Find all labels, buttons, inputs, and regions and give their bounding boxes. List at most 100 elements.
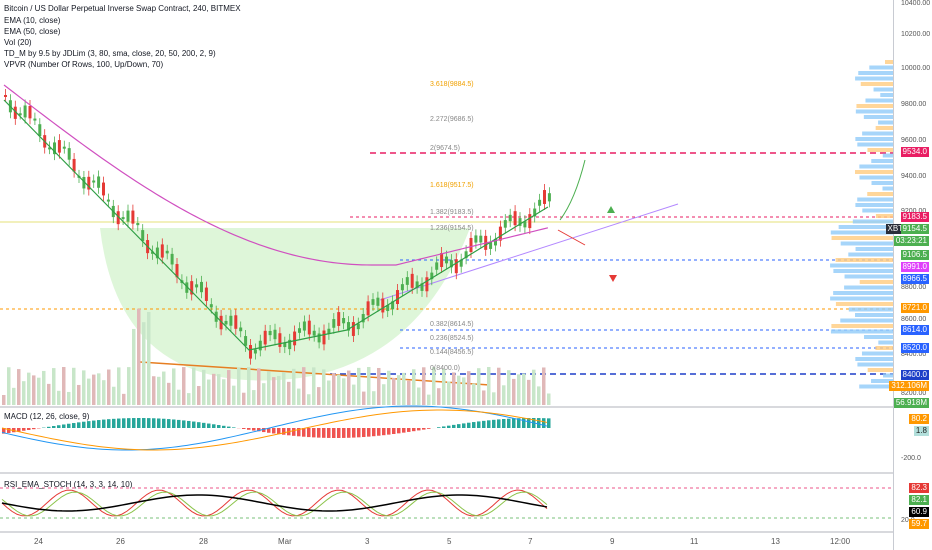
volume-bar — [7, 367, 11, 405]
candle-body — [498, 226, 502, 241]
volume-bar — [492, 392, 496, 405]
macd-histogram-bar — [67, 423, 71, 428]
volume-bar — [357, 367, 361, 405]
level-tag: 8614.0 — [900, 325, 929, 335]
macd-histogram-bar — [187, 420, 191, 428]
volume-bar — [232, 385, 236, 405]
projection-arrow — [557, 229, 586, 246]
volume-bar — [502, 385, 506, 405]
macd-histogram-bar — [477, 421, 481, 428]
volume-bar — [132, 328, 136, 405]
macd-histogram-bar — [547, 418, 551, 428]
indicator-ema50-label[interactable]: EMA (50, close) — [4, 27, 60, 37]
volume-bar — [112, 386, 116, 405]
volume-bar — [322, 369, 326, 405]
volume-profile-bar — [862, 131, 893, 136]
fib-label: 1.236(9154.5) — [430, 225, 474, 232]
macd-histogram-bar — [312, 428, 316, 438]
volume-profile-bar — [848, 252, 893, 257]
candle-body — [160, 244, 164, 258]
volume-profile-bar — [863, 115, 893, 119]
chart-window[interactable]: Bitcoin / US Dollar Perpetual Inverse Sw… — [0, 0, 932, 550]
macd-histogram-bar — [407, 428, 411, 432]
macd-histogram-bar — [492, 419, 496, 428]
volume-bar — [222, 379, 226, 405]
macd-histogram-bar — [122, 418, 126, 428]
macd-histogram-bar — [177, 419, 181, 428]
indicator-td-label[interactable]: TD_M by 9.5 by JDLim (3, 80, sma, close,… — [4, 49, 216, 59]
volume-tag: 56.918M — [893, 398, 929, 408]
volume-bar — [177, 389, 181, 405]
candle-body — [298, 328, 301, 333]
volume-bar — [367, 367, 371, 405]
price-tick: 8200.00 — [901, 390, 927, 397]
volume-profile-bar — [860, 82, 893, 86]
candle-body — [106, 199, 110, 202]
volume-profile-bar — [862, 208, 893, 213]
indicator-vol-label[interactable]: Vol (20) — [4, 38, 32, 48]
candle-body — [57, 140, 61, 153]
macd-histogram-bar — [157, 418, 161, 428]
time-tick: 26 — [116, 537, 125, 546]
indicator-ema10-label[interactable]: EMA (10, close) — [4, 16, 60, 26]
volume-profile-bar — [833, 291, 893, 295]
macd-histogram-bar — [462, 423, 466, 428]
volume-profile-bar — [833, 269, 893, 273]
candle-body — [224, 320, 228, 325]
down-signal-arrow — [609, 275, 617, 282]
volume-bar — [422, 367, 426, 405]
macd-histogram-bar — [387, 428, 391, 435]
rsi-tag: 59.7 — [909, 519, 929, 529]
macd-histogram-bar — [467, 422, 471, 428]
macd-histogram-bar — [77, 422, 81, 428]
volume-bar — [522, 373, 526, 405]
volume-profile-bar — [878, 120, 893, 125]
volume-bar — [182, 367, 186, 405]
indicator-vpvr-label[interactable]: VPVR (Number Of Rows, 100, Up/Down, 70) — [4, 60, 163, 70]
volume-profile-bar — [871, 159, 893, 163]
candle-body — [165, 250, 169, 254]
candle-body — [234, 315, 238, 329]
price-tick: 10200.00 — [901, 31, 931, 38]
candle-body — [136, 223, 140, 226]
volume-profile-bar — [859, 164, 893, 169]
candle-body — [454, 259, 458, 274]
candle-body — [332, 319, 336, 328]
macd-histogram-bar — [437, 427, 441, 428]
macd-histogram-bar — [382, 428, 386, 436]
candle-body — [547, 193, 551, 202]
candle-body — [469, 237, 473, 252]
candle-body — [141, 230, 145, 241]
volume-bar — [162, 371, 166, 405]
macd-histogram-bar — [397, 428, 401, 434]
macd-tick: -200.0 — [901, 455, 921, 462]
volume-profile-bar — [867, 148, 893, 152]
candle-body — [263, 330, 267, 345]
volume-bar — [137, 308, 141, 405]
macd-histogram-bar — [272, 428, 276, 434]
volume-bar — [442, 368, 446, 405]
rsi-label[interactable]: RSI_EMA_STOCH (14, 3, 3, 14, 10) — [4, 480, 132, 490]
volume-bar — [167, 382, 171, 405]
volume-bar — [2, 395, 6, 405]
macd-label[interactable]: MACD (12, 26, close, 9) — [4, 412, 89, 422]
macd-histogram-bar — [107, 419, 111, 428]
volume-profile-bar — [859, 384, 893, 389]
macd-histogram-bar — [192, 421, 196, 428]
price-tag-target: 9534.0 — [900, 147, 929, 157]
fib-label: 2(9674.5) — [430, 145, 460, 152]
level-tag: 8966.5 — [900, 274, 929, 284]
macd-histogram-bar — [307, 428, 311, 438]
volume-bar — [462, 377, 466, 405]
time-tick: 28 — [199, 537, 208, 546]
volume-bar — [252, 390, 256, 405]
fib-label: 0.236(8524.5) — [430, 335, 474, 342]
rsi-tag: 60.9 — [909, 507, 929, 517]
volume-profile-bar — [859, 280, 893, 284]
macd-histogram-bar — [327, 428, 331, 438]
volume-profile-bar — [882, 186, 893, 191]
volume-bar — [477, 368, 481, 405]
volume-bar — [507, 370, 511, 405]
macd-histogram-bar — [352, 428, 356, 438]
volume-bar — [532, 369, 536, 405]
